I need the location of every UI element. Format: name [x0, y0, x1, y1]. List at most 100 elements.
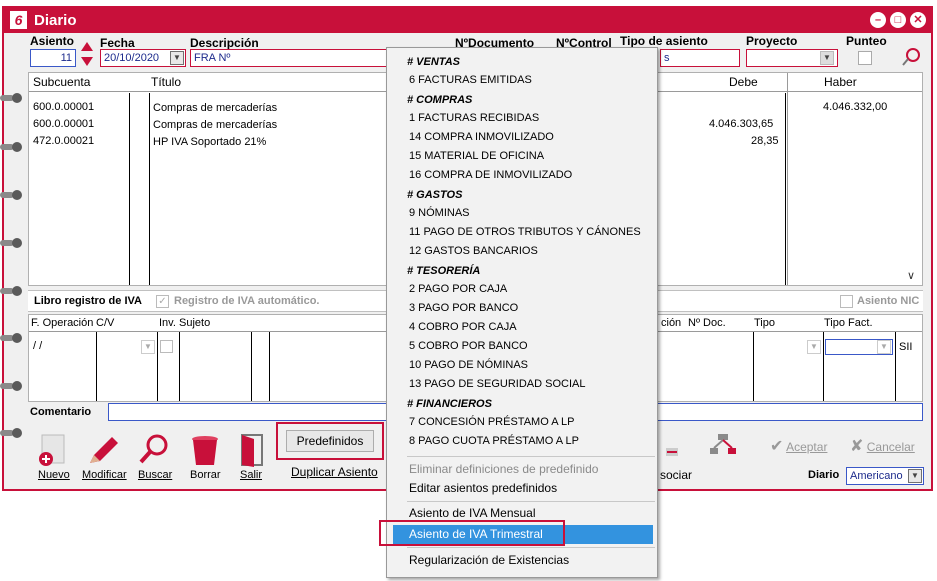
buscar-label: Buscar	[138, 469, 173, 481]
title-bar[interactable]: 6 Diario – □ ✕	[4, 8, 931, 33]
menu-item[interactable]: 1 FACTURAS RECIBIDAS	[409, 112, 539, 124]
associate-icon[interactable]	[708, 432, 738, 461]
iva-col-cv[interactable]: C/V	[96, 317, 114, 329]
salir-button[interactable]: Salir	[238, 433, 268, 481]
search-lens-icon[interactable]	[900, 46, 922, 71]
menu-header-financieros: # FINANCIEROS	[407, 398, 492, 410]
asiento-input[interactable]: 11	[30, 49, 76, 67]
diario-dropdown-icon[interactable]: ▼	[908, 469, 922, 483]
iva-col-cion[interactable]: ción	[661, 317, 681, 329]
cancelar-button[interactable]: ✘ Cancelar	[850, 436, 915, 456]
search-icon	[139, 434, 168, 464]
menu-item[interactable]: 3 PAGO POR BANCO	[409, 302, 518, 314]
binder-ring-icon	[0, 333, 22, 343]
nic-checkbox[interactable]	[840, 295, 853, 308]
menu-item[interactable]: 6 FACTURAS EMITIDAS	[409, 74, 532, 86]
punteo-checkbox[interactable]	[858, 51, 872, 65]
minimize-icon[interactable]: –	[870, 12, 886, 28]
modificar-label: Modificar	[82, 469, 127, 481]
close-icon[interactable]: ✕	[910, 12, 926, 28]
iva-col-inv[interactable]: Inv.	[159, 317, 176, 329]
nuevo-button[interactable]: Nuevo	[36, 433, 70, 481]
menu-item[interactable]: 7 CONCESIÓN PRÉSTAMO A LP	[409, 416, 574, 428]
asociar-button[interactable]: sociar	[660, 468, 692, 482]
editar-predefinidos-item[interactable]: Editar asientos predefinidos	[409, 481, 557, 495]
iva-sii: SII	[899, 341, 913, 353]
borrar-label: Borrar	[190, 469, 221, 481]
iva-divider	[823, 332, 824, 401]
fecha-label: Fecha	[100, 36, 135, 50]
printer-icon	[666, 448, 678, 456]
menu-item[interactable]: 5 COBRO POR BANCO	[409, 340, 528, 352]
row3-titulo[interactable]: HP IVA Soportado 21%	[153, 136, 266, 148]
menu-item[interactable]: 16 COMPRA DE INMOVILIZADO	[409, 169, 572, 181]
menu-item[interactable]: 8 PAGO CUOTA PRÉSTAMO A LP	[409, 435, 579, 447]
col-titulo[interactable]: Título	[151, 75, 181, 89]
regularizacion-item[interactable]: Regularización de Existencias	[409, 553, 569, 567]
menu-item[interactable]: 14 COMPRA INMOVILIZADO	[409, 131, 554, 143]
descripcion-input[interactable]: FRA Nº	[190, 49, 390, 67]
row1-titulo[interactable]: Compras de mercaderías	[153, 102, 277, 114]
iva-col-ndoc[interactable]: Nº Doc.	[688, 317, 726, 329]
iva-trimestral-item[interactable]: Asiento de IVA Trimestral	[409, 527, 543, 541]
row2-subcuenta[interactable]: 600.0.00001	[33, 118, 94, 130]
menu-item[interactable]: 2 PAGO POR CAJA	[409, 283, 507, 295]
grid-divider	[787, 73, 788, 285]
iva-col-sujeto[interactable]: Sujeto	[179, 317, 210, 329]
menu-item[interactable]: 9 NÓMINAS	[409, 207, 470, 219]
iva-cv-dropdown-icon[interactable]: ▼	[141, 340, 155, 354]
borrar-button[interactable]: Borrar	[188, 433, 222, 481]
predefinidos-button[interactable]: Predefinidos	[286, 430, 374, 452]
modificar-button[interactable]: Modificar	[82, 433, 127, 481]
window-title: Diario	[34, 12, 77, 29]
iva-tipo-dropdown-icon[interactable]: ▼	[807, 340, 821, 354]
col-debe[interactable]: Debe	[729, 75, 758, 89]
app-logo-icon: 6	[10, 11, 27, 29]
tipo-asiento-select[interactable]: s	[660, 49, 740, 67]
row1-subcuenta[interactable]: 600.0.00001	[33, 101, 94, 113]
row3-subcuenta[interactable]: 472.0.00021	[33, 135, 94, 147]
iva-col-tipo[interactable]: Tipo	[754, 317, 775, 329]
row2-debe[interactable]: 4.046.303,65	[709, 118, 773, 130]
iva-col-fecha[interactable]: F. Operación	[31, 317, 93, 329]
col-haber[interactable]: Haber	[824, 75, 857, 89]
iva-col-tipofact[interactable]: Tipo Fact.	[824, 317, 873, 329]
tipo-asiento-label: Tipo de asiento	[620, 34, 708, 48]
menu-separator	[407, 456, 655, 457]
col-subcuenta[interactable]: Subcuenta	[33, 75, 90, 89]
menu-item[interactable]: 15 MATERIAL DE OFICINA	[409, 150, 544, 162]
menu-item[interactable]: 4 COBRO POR CAJA	[409, 321, 517, 333]
iva-inv-checkbox[interactable]	[160, 340, 173, 353]
binder-ring-icon	[0, 428, 22, 438]
aceptar-button[interactable]: ✔ Aceptar	[770, 436, 827, 456]
menu-item[interactable]: 10 PAGO DE NÓMINAS	[409, 359, 528, 371]
iva-auto-checkbox[interactable]: ✓	[156, 295, 169, 308]
print-icon[interactable]	[664, 444, 680, 463]
menu-item[interactable]: 13 PAGO DE SEGURIDAD SOCIAL	[409, 378, 585, 390]
row3-debe[interactable]: 28,35	[751, 135, 779, 147]
duplicar-asiento-button[interactable]: Duplicar Asiento	[291, 465, 378, 479]
menu-item[interactable]: 12 GASTOS BANCARIOS	[409, 245, 538, 257]
row2-titulo[interactable]: Compras de mercaderías	[153, 119, 277, 131]
iva-row-fecha[interactable]: / /	[33, 340, 42, 352]
cancelar-label: Cancelar	[866, 440, 915, 454]
new-document-icon	[39, 434, 65, 466]
cancel-x-icon: ✘	[850, 438, 864, 455]
row1-haber[interactable]: 4.046.332,00	[823, 101, 887, 113]
menu-item[interactable]: 11 PAGO DE OTROS TRIBUTOS Y CÁNONES	[409, 226, 641, 238]
fecha-dropdown-icon[interactable]: ▼	[170, 51, 184, 65]
iva-mensual-item[interactable]: Asiento de IVA Mensual	[409, 506, 536, 520]
proyecto-dropdown-icon[interactable]: ▼	[820, 51, 834, 65]
diario-label: Diario	[808, 469, 840, 481]
buscar-button[interactable]: Buscar	[136, 433, 172, 481]
magnifier-icon	[902, 48, 920, 66]
scroll-down-icon[interactable]: ∨	[907, 269, 915, 282]
grid-divider	[129, 93, 130, 285]
asiento-stepper[interactable]	[80, 39, 94, 69]
diario-select[interactable]: Americano ▼	[846, 467, 924, 485]
descripcion-label: Descripción	[190, 36, 259, 50]
iva-divider	[179, 332, 180, 401]
iva-title: Libro registro de IVA	[34, 295, 142, 307]
maximize-icon[interactable]: □	[890, 12, 906, 28]
iva-tipofact-dropdown-icon[interactable]: ▼	[877, 340, 891, 354]
